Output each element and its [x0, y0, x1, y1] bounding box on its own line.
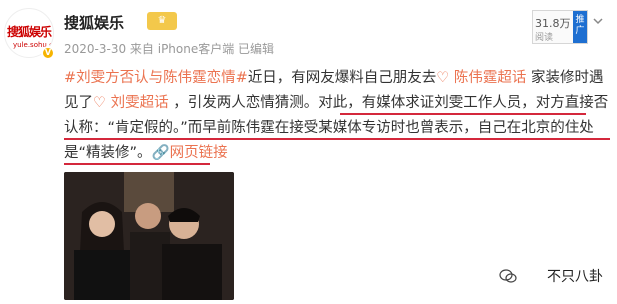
post-meta: 2020-3-30 来自 iPhone客户端 已编辑: [64, 42, 275, 56]
heart-icon: ♡: [93, 95, 106, 111]
username[interactable]: 搜狐娱乐: [64, 12, 124, 33]
supertopic-link[interactable]: ♡ 刘雯超话: [93, 95, 169, 111]
supertopic-link[interactable]: ♡ 陈伟霆超话: [436, 70, 526, 86]
verified-badge-icon: V: [41, 46, 55, 60]
photo-illustration: [64, 172, 234, 300]
watermark-text: 不只八卦: [547, 269, 603, 285]
read-count-box[interactable]: 31.8万 阅读 推广: [532, 10, 588, 44]
post-content: #刘雯方否认与陈伟霆恋情#近日，有网友爆料自己朋友去♡ 陈伟霆超话 家装修时遇见…: [64, 66, 609, 166]
read-count: 31.8万: [535, 17, 571, 30]
chevron-down-icon[interactable]: [593, 16, 603, 26]
heart-icon: ♡: [436, 70, 450, 86]
avatar-logo-text: 搜狐娱乐: [7, 25, 52, 39]
post-text: ，引发两人恋情猜测。: [168, 95, 319, 111]
link-icon: 🔗: [151, 145, 170, 161]
read-count-label: 阅读: [535, 33, 554, 43]
highlight-underline: [340, 113, 586, 115]
vip-crown-icon[interactable]: ♛: [147, 12, 177, 30]
highlight-underline: [64, 138, 610, 140]
web-link[interactable]: 🔗网页链接: [152, 145, 228, 161]
supertopic-label: 陈伟霆超话: [453, 70, 527, 86]
highlight-underline: [64, 163, 210, 165]
promote-tag[interactable]: 推广: [573, 11, 587, 43]
post-text: 近日，有网友爆料自己朋友去: [247, 70, 437, 86]
supertopic-label: 刘雯超话: [110, 95, 169, 111]
web-link-label: 网页链接: [169, 145, 228, 161]
wechat-icon: [499, 269, 517, 283]
topic-link[interactable]: #刘雯方否认与陈伟霆恋情#: [64, 70, 248, 86]
post-photo[interactable]: [64, 172, 234, 300]
